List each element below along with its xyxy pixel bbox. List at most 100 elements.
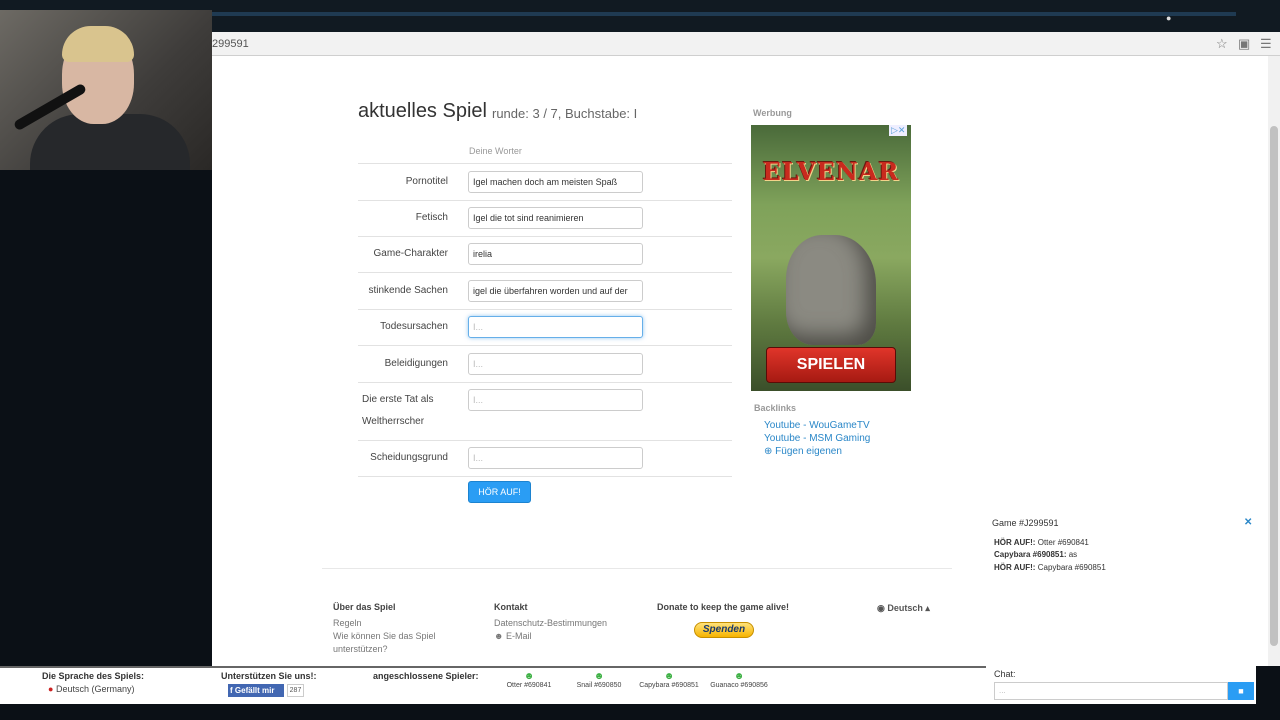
player-item: ☻ Snail #690850 [564, 671, 634, 690]
caret-up-icon: ▴ [925, 603, 930, 613]
ad-logo: ELVENAR [762, 157, 900, 186]
word-input[interactable]: I... [468, 389, 643, 411]
round-info: runde: 3 / 7, Buchstabe: I [492, 106, 638, 121]
backlink-0[interactable]: Youtube - WouGameTV [764, 420, 870, 431]
webcam-overlay [0, 10, 212, 170]
player-item: ☻ Guanaco #690856 [704, 671, 774, 690]
word-input[interactable]: irelia [468, 243, 643, 265]
menu-icon[interactable]: ☰ [1260, 36, 1272, 52]
user-icon[interactable]: ● [1166, 13, 1171, 23]
chat-message: HÖR AUF!: Otter #690841 [994, 538, 1089, 547]
row-divider [358, 309, 732, 310]
chat-input[interactable]: ... [994, 682, 1228, 700]
divider [358, 163, 732, 164]
support-link-line2[interactable]: unterstützen? [333, 644, 388, 654]
user-icon: ☻ [523, 671, 535, 682]
status-bar: Die Sprache des Spiels: ● Deutsch (Germa… [0, 666, 986, 704]
screen: ● 299591 ☆ ▣ ☰ aktuelles Spiel runde: 3 … [0, 0, 1280, 720]
os-taskbar [0, 704, 1280, 720]
field-label: stinkende Sachen [368, 285, 448, 296]
star-icon[interactable]: ☆ [1216, 36, 1228, 52]
german-flag-icon: ● [48, 684, 54, 694]
field-label: Fetisch [415, 212, 448, 223]
word-input[interactable]: I... [468, 447, 643, 469]
chat-message: Capybara #690851: as [994, 550, 1078, 559]
chat-panel: Game #J299591 ✕ HÖR AUF!: Otter #690841 … [986, 512, 1256, 666]
globe-icon: ◉ [877, 603, 885, 613]
facebook-like-count: 287 [287, 684, 304, 697]
ad-artwork [786, 235, 876, 345]
add-backlink-link[interactable]: ⊕ Fügen eigenen [764, 446, 842, 457]
row-divider [358, 236, 732, 237]
chat-message: HÖR AUF!: Capybara #690851 [994, 563, 1106, 572]
field-label: Pornotitel [405, 176, 448, 187]
word-input[interactable]: I... [468, 316, 643, 338]
chat-bubble-icon: ■ [1238, 686, 1244, 696]
stop-button[interactable]: HÖR AUF! [468, 481, 531, 503]
ad-play-button[interactable]: SPIELEN [766, 347, 896, 383]
extension-icon[interactable]: ▣ [1238, 36, 1250, 52]
scrollbar-thumb[interactable] [1270, 126, 1278, 646]
page-scrollbar[interactable] [1268, 56, 1280, 666]
language-value-label: Deutsch (Germany) [55, 684, 135, 694]
user-icon: ☻ [494, 631, 504, 641]
row-divider [358, 382, 732, 383]
footer-divider [322, 568, 952, 569]
word-input[interactable]: Igel die tot sind reanimieren [468, 207, 643, 229]
address-bar[interactable]: 299591 ☆ ▣ ☰ [212, 32, 1280, 56]
language-label: Deutsch [887, 603, 923, 613]
language-dropdown[interactable]: ◉ Deutsch ▴ [877, 603, 930, 614]
language-value[interactable]: ● Deutsch (Germany) [48, 684, 134, 694]
privacy-link[interactable]: Datenschutz-Bestimmungen [494, 618, 607, 628]
donate-button[interactable]: Spenden [694, 622, 754, 638]
facebook-like-button[interactable]: f Gefällt mir [228, 684, 284, 697]
row-divider [358, 272, 732, 273]
email-link[interactable]: ☻ E-Mail [494, 631, 532, 641]
language-header: Die Sprache des Spiels: [42, 671, 145, 681]
backlinks-header: Backlinks [754, 403, 797, 413]
close-icon[interactable]: ✕ [1244, 517, 1252, 528]
row-divider [358, 345, 732, 346]
donate-header: Donate to keep the game alive! [657, 602, 790, 612]
ad-banner[interactable]: ▷✕ ELVENAR SPIELEN [751, 125, 911, 391]
word-input[interactable]: Igel machen doch am meisten Spaß [468, 171, 643, 193]
user-icon: ☻ [593, 671, 605, 682]
ad-label: Werbung [753, 108, 792, 118]
field-label: Die erste Tat als Weltherrscher [362, 394, 434, 427]
player-item: ☻ Otter #690841 [494, 671, 564, 690]
word-input[interactable]: igel die überfahren worden und auf der [468, 280, 643, 302]
tab-strip [212, 12, 1236, 16]
webcam-person-hair [62, 26, 134, 62]
user-icon: ☻ [733, 671, 745, 682]
facebook-icon: f [230, 686, 233, 695]
url-text[interactable]: 299591 [212, 38, 249, 50]
email-label: E-Mail [506, 631, 532, 641]
row-divider [358, 440, 732, 441]
field-label: Beleidigungen [384, 358, 448, 369]
chat-input-area: Chat: ... ■ [986, 666, 1256, 704]
chat-title: Game #J299591 [992, 518, 1059, 528]
words-column-header: Deine Worter [469, 146, 522, 156]
rules-link[interactable]: Regeln [333, 618, 362, 628]
word-input[interactable]: I... [468, 353, 643, 375]
user-icon: ☻ [663, 671, 675, 682]
add-backlink-label: Fügen eigenen [775, 446, 842, 457]
backlink-1[interactable]: Youtube - MSM Gaming [764, 433, 870, 444]
page-title: aktuelles Spiel [358, 100, 487, 122]
field-label: Game-Charakter [373, 248, 448, 259]
row-divider [358, 200, 732, 201]
plus-circle-icon: ⊕ [764, 446, 773, 457]
ad-close-icon[interactable]: ▷✕ [889, 125, 908, 136]
send-message-button[interactable]: ■ [1228, 682, 1254, 700]
support-link-line1[interactable]: Wie können Sie das Spiel [333, 631, 436, 641]
chat-input-label: Chat: [994, 669, 1016, 679]
facebook-like-label: Gefällt mir [234, 686, 275, 695]
row-divider [358, 476, 732, 477]
about-header: Über das Spiel [333, 602, 396, 612]
support-header: Unterstützen Sie uns!: [221, 671, 317, 681]
field-label: Scheidungsgrund [370, 452, 448, 463]
field-label: Todesursachen [380, 321, 448, 332]
players-header: angeschlossene Spieler: [373, 671, 479, 681]
player-item: ☻ Capybara #690851 [634, 671, 704, 690]
contact-header: Kontakt [494, 602, 528, 612]
